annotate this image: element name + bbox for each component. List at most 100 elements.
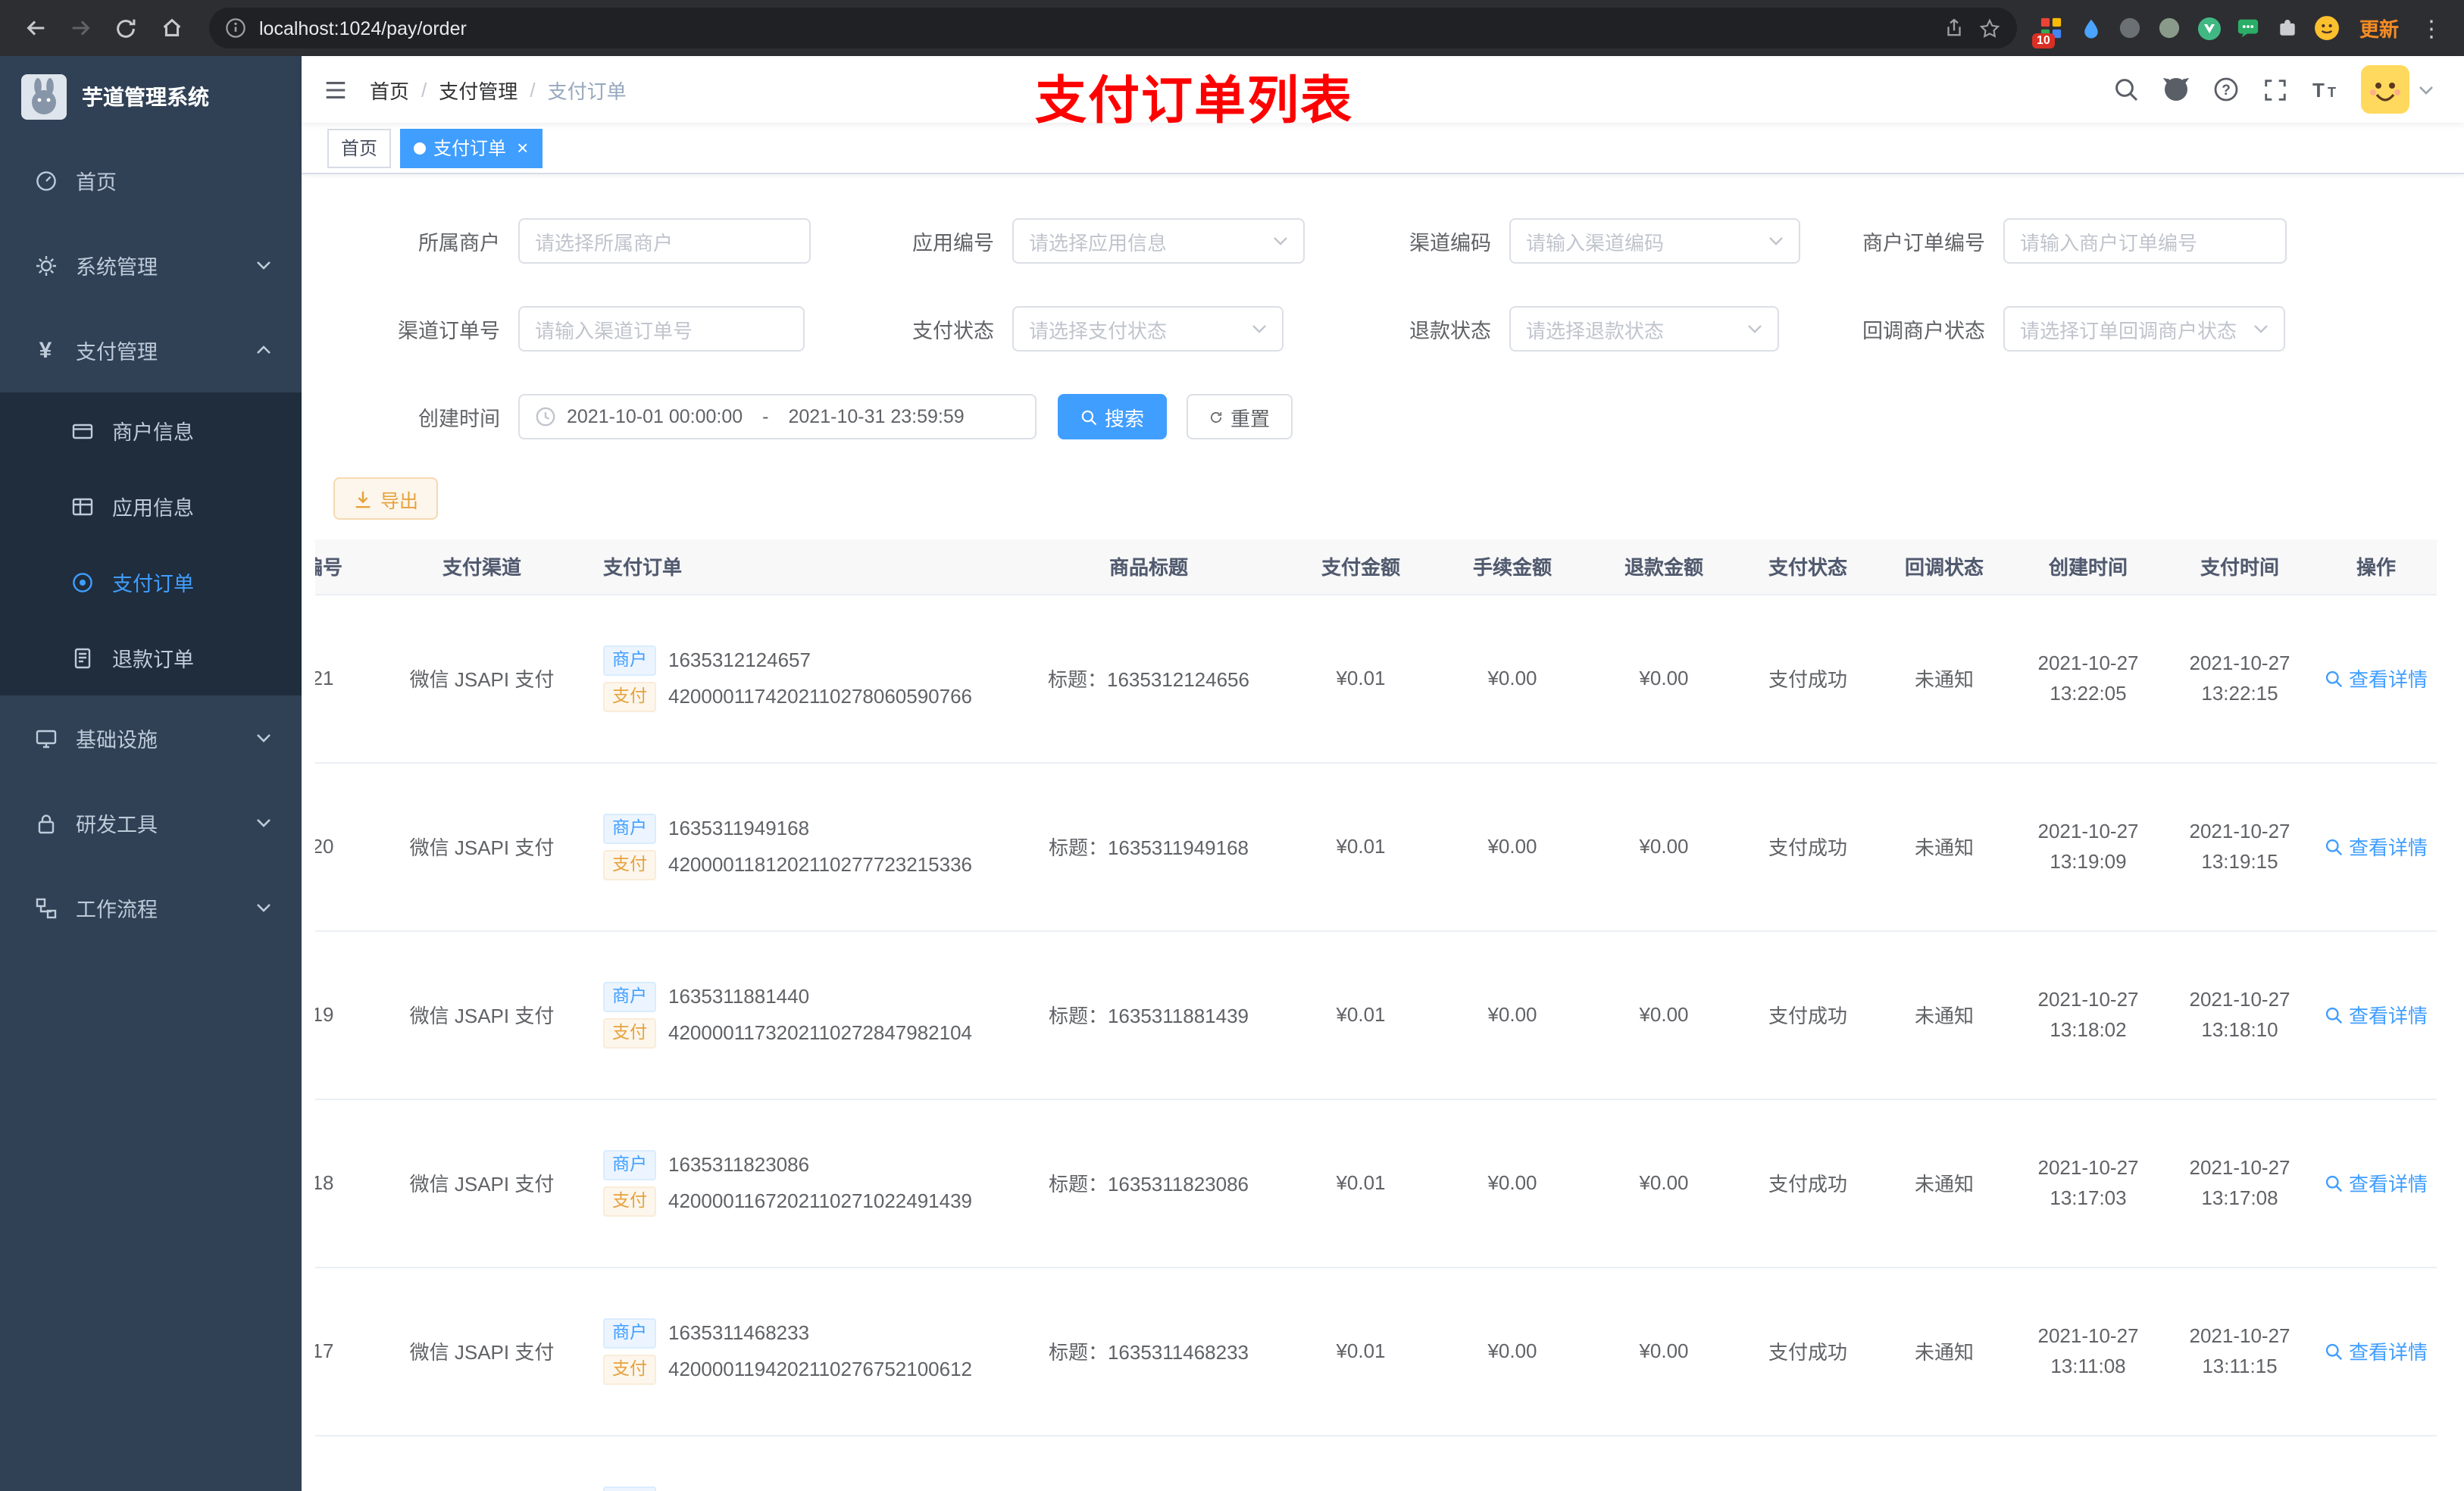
view-detail-button[interactable]: 查看详情 <box>2325 832 2428 861</box>
sidebar-item-app-info[interactable]: 应用信息 <box>0 468 302 544</box>
view-detail-button[interactable]: 查看详情 <box>2325 664 2428 692</box>
cell-pay-status <box>1740 1435 1876 1491</box>
breadcrumb-pay-mgmt[interactable]: 支付管理 <box>439 75 518 104</box>
cell-product-title: 标题：1635311881439 <box>1012 930 1285 1099</box>
merchant-order-no: 1635311823086 <box>668 1153 810 1176</box>
sidebar-item-label: 基础设施 <box>76 729 158 752</box>
tab-pay-order[interactable]: 支付订单 × <box>400 128 543 167</box>
channel-transaction-no: 4200001167202110271022491439 <box>668 1189 973 1212</box>
merchant-filter-input[interactable]: 请选择所属商户 <box>518 218 811 264</box>
screen: localhost:1024/pay/order 10 更新 ⋮ 芋道管理系统 … <box>0 0 2464 1491</box>
app-filter-select[interactable]: 请选择应用信息 <box>1012 218 1305 264</box>
url-bar[interactable]: localhost:1024/pay/order <box>209 8 2017 48</box>
sidebar-item-workflow[interactable]: 工作流程 <box>0 865 302 950</box>
extension-chat-icon[interactable] <box>2232 11 2265 45</box>
callback-status-select[interactable]: 请选择订单回调商户状态 <box>2003 306 2285 352</box>
share-icon[interactable] <box>1943 17 1965 39</box>
browser-chrome: localhost:1024/pay/order 10 更新 ⋮ <box>0 0 2464 56</box>
sidebar-item-system[interactable]: 系统管理 <box>0 223 302 308</box>
sidebar-item-merchant-info[interactable]: 商户信息 <box>0 392 302 468</box>
tab-home[interactable]: 首页 <box>327 128 392 167</box>
close-tab-icon[interactable]: × <box>517 138 528 158</box>
cell-callback-status: 未通知 <box>1876 1267 2012 1436</box>
sidebar-item-pay-order[interactable]: 支付订单 <box>0 544 302 620</box>
browser-forward-icon[interactable] <box>61 8 100 48</box>
hamburger-icon[interactable] <box>323 77 349 102</box>
col-callback-status: 回调状态 <box>1876 539 2012 595</box>
breadcrumb-home[interactable]: 首页 <box>370 75 409 104</box>
extensions-puzzle-icon[interactable] <box>2272 11 2305 45</box>
view-detail-label: 查看详情 <box>2349 836 2428 859</box>
chevron-down-icon <box>256 818 271 827</box>
cell-pay-order: 商户 1635311823086 支付 42000011672021102710… <box>588 1099 1012 1268</box>
channel-order-no-input[interactable]: 请输入渠道订单号 <box>518 306 805 352</box>
cell-actions: 查看详情 <box>2315 594 2437 763</box>
browser-menu-icon[interactable]: ⋮ <box>2414 14 2449 42</box>
github-icon[interactable] <box>2162 76 2190 103</box>
help-icon[interactable]: ? <box>2212 76 2240 103</box>
col-create-time: 创建时间 <box>2012 539 2164 595</box>
filter-merchant-order-label: 商户订单编号 <box>1862 232 1985 255</box>
extension-gray-icon[interactable] <box>2114 11 2147 45</box>
cell-pay-time <box>2164 1435 2315 1491</box>
view-detail-button[interactable]: 查看详情 <box>2325 1168 2428 1197</box>
sidebar-item-label: 工作流程 <box>76 899 158 921</box>
export-button[interactable]: 导出 <box>333 477 439 520</box>
cell-refund-amount: ¥0.00 <box>1588 930 1740 1099</box>
bookmark-star-icon[interactable] <box>1978 16 2002 40</box>
create-time-range-input[interactable]: 2021-10-01 00:00:00 - 2021-10-31 23:59:5… <box>518 394 1037 439</box>
cell-pay-order: 商户 1635311881440 支付 42000011732021102728… <box>588 930 1012 1099</box>
merchant-order-no-input[interactable]: 请输入商户订单编号 <box>2003 218 2287 264</box>
yen-icon: ¥ <box>39 337 52 363</box>
browser-back-icon[interactable] <box>15 8 55 48</box>
reset-button[interactable]: 重置 <box>1187 394 1293 439</box>
search-button-label: 搜索 <box>1104 407 1144 430</box>
channel-transaction-no: 4200001181202110277723215336 <box>668 853 973 876</box>
chevron-down-icon <box>2419 84 2434 95</box>
sidebar-item-payment[interactable]: ¥ 支付管理 <box>0 308 302 392</box>
extension-badge: 10 <box>2031 33 2055 48</box>
cell-channel: 微信 JSAPI 支付 <box>376 930 588 1099</box>
channel-code-select[interactable]: 请输入渠道编码 <box>1509 218 1800 264</box>
view-detail-button[interactable]: 查看详情 <box>2325 1336 2428 1365</box>
cell-fee-amount: ¥0.00 <box>1437 594 1588 763</box>
browser-update-button[interactable]: 更新 <box>2350 14 2408 42</box>
cell-create-time <box>2012 1435 2164 1491</box>
pay-status-select[interactable]: 请选择支付状态 <box>1012 306 1284 352</box>
sidebar-item-infrastructure[interactable]: 基础设施 <box>0 695 302 780</box>
cell-pay-amount <box>1285 1435 1437 1491</box>
font-size-icon[interactable]: TT <box>2311 77 2338 102</box>
refund-status-select[interactable]: 请选择退款状态 <box>1509 306 1779 352</box>
sidebar-item-label: 商户信息 <box>112 421 194 444</box>
user-menu[interactable] <box>2361 65 2434 114</box>
vue-devtools-icon[interactable] <box>2193 11 2226 45</box>
tab-label: 首页 <box>341 138 378 159</box>
sidebar-item-label: 研发工具 <box>76 814 158 836</box>
cell-create-time: 2021-10-27 13:22:05 <box>2012 594 2164 763</box>
extension-drop-icon[interactable] <box>2075 11 2108 45</box>
breadcrumb: 首页 / 支付管理 / 支付订单 <box>370 75 627 104</box>
sidebar-item-home[interactable]: 首页 <box>0 138 302 223</box>
app-logo-row[interactable]: 芋道管理系统 <box>0 56 302 138</box>
sidebar-item-devtools[interactable]: 研发工具 <box>0 780 302 865</box>
profile-avatar-icon[interactable] <box>2311 11 2344 45</box>
placeholder-text: 请选择应用信息 <box>1029 231 1168 254</box>
view-detail-button[interactable]: 查看详情 <box>2325 1000 2428 1029</box>
cell-callback-status: 未通知 <box>1876 762 2012 931</box>
browser-reload-icon[interactable] <box>106 8 145 48</box>
search-button[interactable]: 搜索 <box>1058 394 1167 439</box>
tab-label: 支付订单 <box>433 138 507 159</box>
cell-pay-amount: ¥0.01 <box>1285 930 1437 1099</box>
extension-grid-icon[interactable]: 10 <box>2031 11 2068 48</box>
select-arrow-icon <box>1747 324 1762 333</box>
extension-sage-icon[interactable] <box>2153 11 2187 45</box>
sidebar-item-refund-order[interactable]: 退款订单 <box>0 620 302 695</box>
search-icon[interactable] <box>2112 76 2140 103</box>
browser-home-icon[interactable] <box>152 8 191 48</box>
table-header-row: 编号 支付渠道 支付订单 商品标题 支付金额 手续金额 退款金额 支付状态 回调… <box>315 539 2437 595</box>
main-panel: 首页 / 支付管理 / 支付订单 支付订单列表 ? T T 首页 支付订单 × … <box>302 56 2464 1491</box>
site-info-icon[interactable] <box>224 17 247 39</box>
cell-pay-order: 商户 1635312124657 支付 42000011742021102780… <box>588 594 1012 763</box>
fullscreen-icon[interactable] <box>2262 77 2288 102</box>
chevron-up-icon <box>256 345 271 355</box>
